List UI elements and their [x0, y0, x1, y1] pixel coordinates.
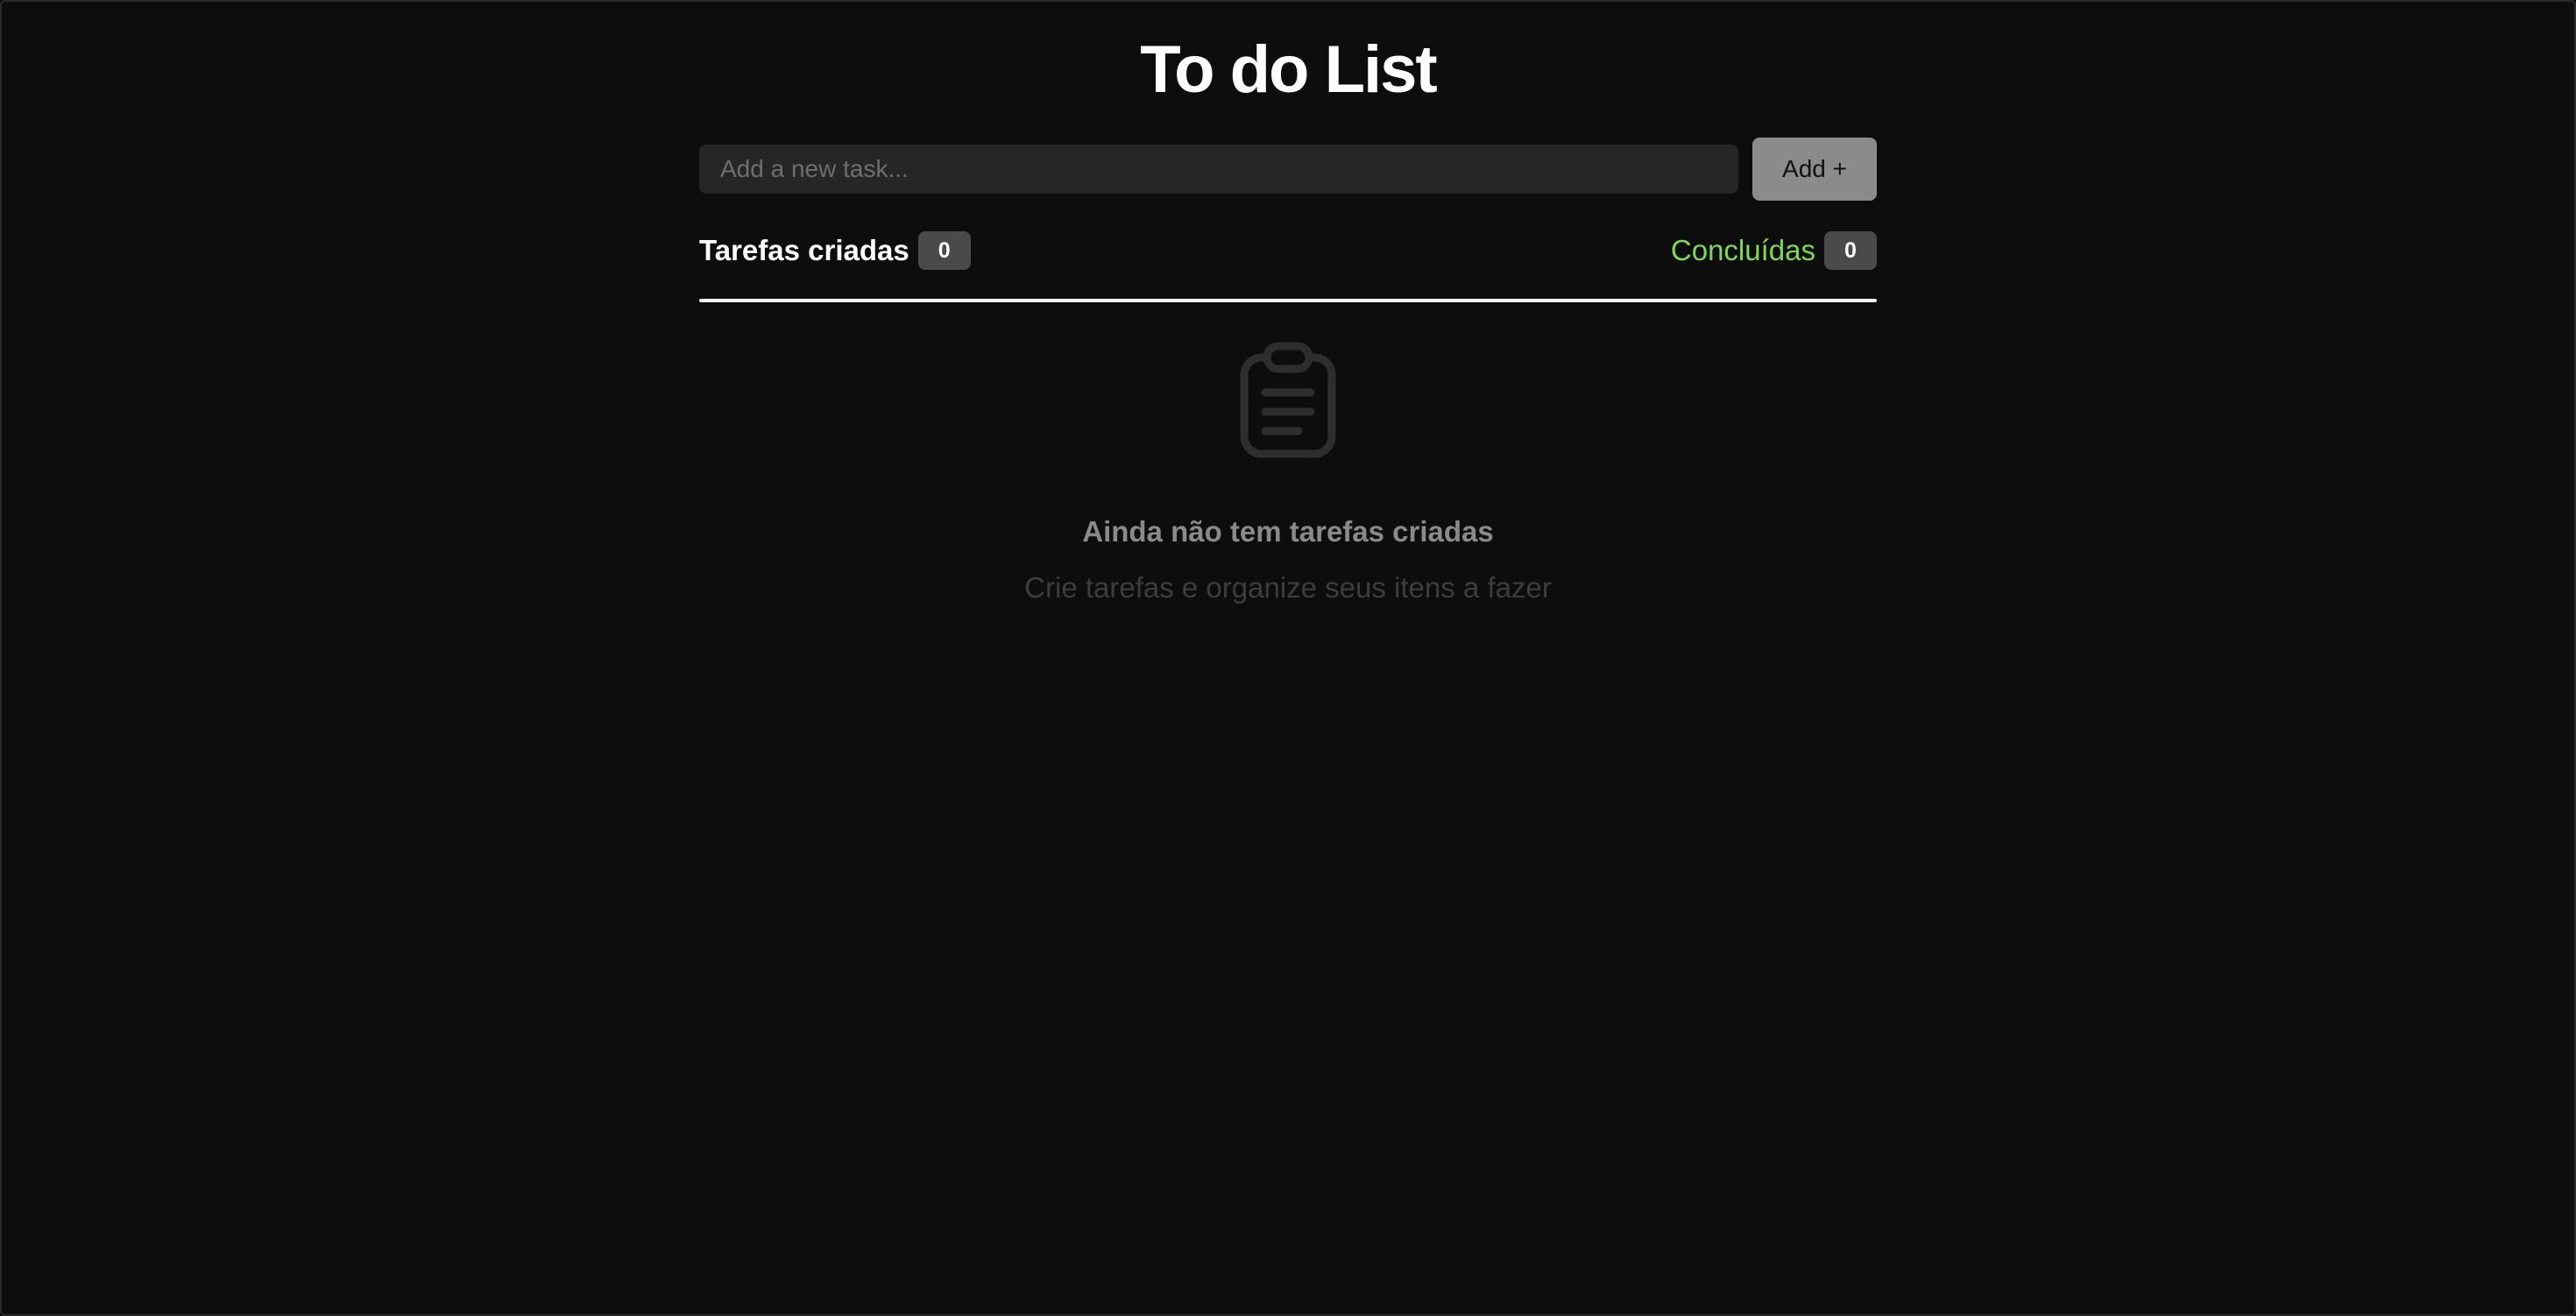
- completed-tasks-counter: Concluídas 0: [1671, 230, 1877, 272]
- completed-tasks-count-badge: 0: [1824, 231, 1877, 270]
- new-task-input[interactable]: [699, 145, 1738, 194]
- empty-state-subtitle: Crie tarefas e organize seus itens a faz…: [1024, 571, 1552, 604]
- completed-tasks-label: Concluídas: [1670, 234, 1815, 266]
- app-window: [0, 0, 2576, 1316]
- empty-state-title: Ainda não tem tarefas criadas: [1082, 515, 1494, 548]
- created-tasks-label: Tarefas criadas: [699, 234, 909, 266]
- created-tasks-counter: Tarefas criadas 0: [699, 230, 971, 272]
- list-divider: [699, 299, 1877, 302]
- created-tasks-count-badge: 0: [917, 231, 971, 270]
- add-task-button[interactable]: Add +: [1752, 138, 1877, 201]
- clipboard-icon: [1240, 342, 1336, 458]
- page-title: To do List: [1140, 32, 1437, 107]
